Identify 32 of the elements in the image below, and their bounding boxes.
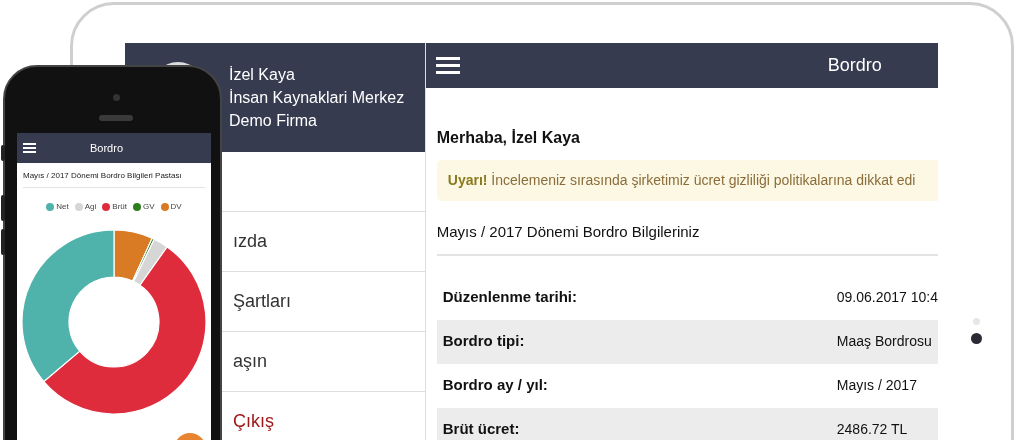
menu-icon[interactable] [23, 143, 36, 153]
user-info-text: Demo Firma [229, 111, 318, 131]
chart-title: Mayıs / 2017 Dönemi Bordro Bilgileri Pastası [23, 170, 205, 188]
speaker-icon [99, 115, 133, 121]
legend-label: GV [143, 201, 155, 213]
legend-label: Net [56, 201, 69, 213]
page-title: Bordro [90, 140, 124, 156]
camera-icon [971, 333, 982, 344]
logout-link[interactable]: Çıkış [233, 408, 274, 435]
user-info-text: İzel Kaya [229, 65, 296, 85]
menu-item[interactable]: Şartları [233, 288, 292, 315]
page-title: Bordro [827, 54, 882, 77]
detail-label: Bordro ay / yıl: [442, 375, 549, 396]
detail-label: Brüt ücret: [442, 419, 521, 440]
user-info-text: İnsan Kaynaklari Merkez [229, 88, 406, 108]
legend-label: Brüt [112, 201, 127, 213]
legend-label: Agi [84, 201, 97, 213]
detail-value: 09.06.2017 10:4 [836, 288, 938, 307]
detail-label: Düzenlenme tarihi: [442, 287, 578, 308]
detail-value: Maaş Bordrosu [836, 332, 932, 351]
warning-alert: Uyarı! İncelemeniz sırasında şirketimiz ücret gizliliği politikalarına dikkat edi [436, 160, 938, 201]
detail-label: Bordro tipi: [442, 331, 526, 352]
sensor-icon [973, 318, 980, 325]
detail-value: 2486.72 TL [836, 420, 908, 439]
menu-item[interactable]: aşın [233, 348, 268, 375]
menu-icon[interactable] [435, 57, 460, 74]
detail-value: Mayıs / 2017 [836, 376, 917, 395]
camera-icon [113, 94, 120, 101]
section-title: Mayıs / 2017 Dönemi Bordro Bilgileriniz [436, 221, 938, 256]
menu-item[interactable]: ızda [233, 228, 268, 255]
greeting-text: Merhaba, İzel Kaya [436, 128, 581, 148]
legend-label: DV [170, 201, 182, 213]
